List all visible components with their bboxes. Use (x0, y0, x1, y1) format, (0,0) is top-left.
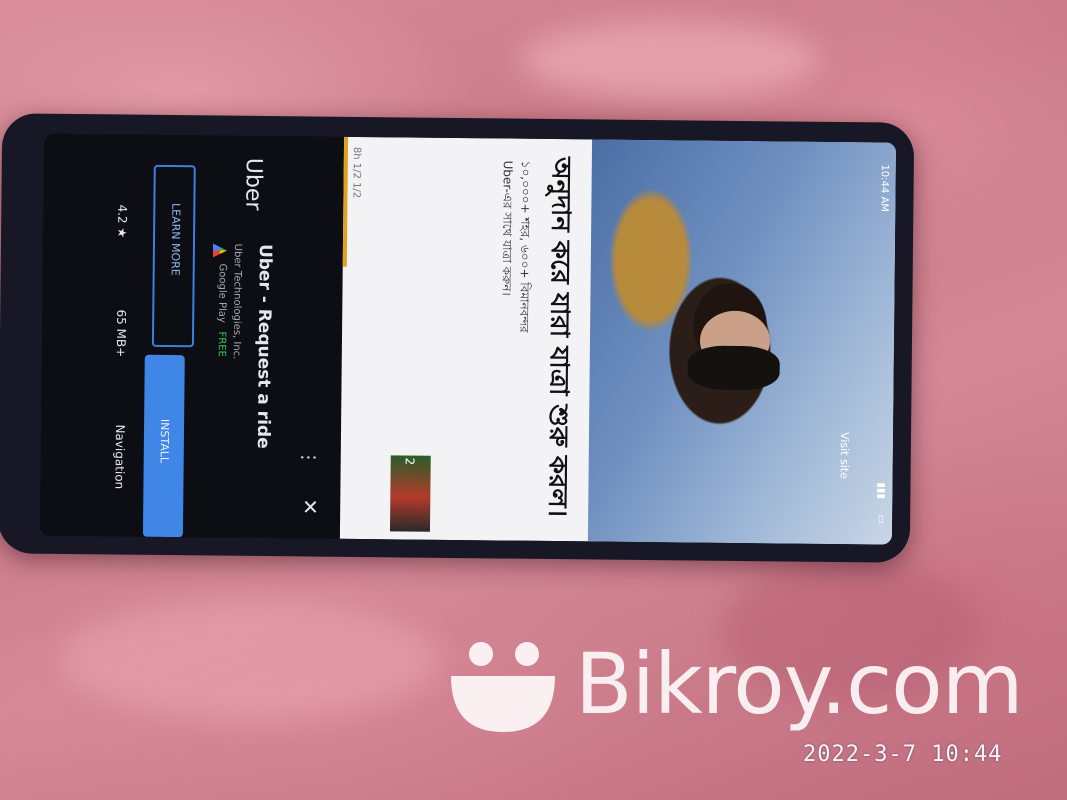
article-headline: অনুদান করে যারা যাত্রা শুরু করল। (542, 156, 576, 518)
smartphone: ■ ● ◀ 4.2 ★ 65 MB+ Navigation LEARN MORE… (0, 113, 915, 563)
date-stamp: 2022-3-7 10:44 (803, 742, 1003, 767)
phone-screen: ■ ● ◀ 4.2 ★ 65 MB+ Navigation LEARN MORE… (39, 133, 897, 545)
app-install-ad: 4.2 ★ 65 MB+ Navigation LEARN MORE INSTA… (39, 133, 345, 539)
install-label: INSTALL (157, 418, 172, 464)
face-mask (687, 345, 780, 391)
install-button[interactable]: INSTALL (142, 354, 185, 538)
signal-icon: ▮▮▮ (875, 482, 887, 500)
ad-price: FREE (215, 331, 228, 357)
fabric-fold (60, 600, 440, 720)
watermark-text: Bikroy.com (575, 635, 1024, 733)
ad-rating: 4.2 ★ (115, 204, 130, 239)
ad-category: Navigation (112, 424, 128, 490)
article-view: 8h 1/2 1/2 2 Uber-এর সাথে যাত্রা করুন। ১… (339, 136, 897, 545)
status-bar: 10:44 AM ▮▮▮ ▭ (860, 142, 896, 544)
status-time: 10:44 AM (878, 164, 890, 212)
loading-indicator (342, 136, 349, 267)
close-icon[interactable]: ✕ (298, 498, 322, 515)
fabric-fold (520, 20, 820, 100)
bikroy-logo-icon (451, 642, 555, 732)
ad-store: Google Play (216, 263, 228, 323)
article-meta: 8h 1/2 1/2 (350, 146, 362, 199)
battery-icon: ▭ (875, 514, 887, 524)
ad-app-name: Uber (240, 157, 266, 211)
article-subtext-1: ১০,০০০+ শহর, ৬০০+ বিমানবন্দর (517, 160, 533, 333)
thumbnail-image[interactable]: 2 (389, 455, 431, 532)
ad-developer: Uber Technologies, Inc. (230, 243, 243, 360)
ad-title: Uber - Request a ride (252, 243, 275, 449)
article-photo: Visit site (587, 139, 897, 545)
learn-more-label: LEARN MORE (168, 202, 183, 276)
google-play-icon (213, 243, 227, 257)
bikroy-watermark: Bikroy.com (447, 632, 1024, 742)
ad-size: 65 MB+ (113, 309, 129, 358)
more-options-icon[interactable]: ⋮ (298, 448, 319, 466)
learn-more-button[interactable]: LEARN MORE (151, 164, 196, 348)
thumbnail-number: 2 (402, 457, 417, 466)
visit-site-overlay[interactable]: Visit site (838, 432, 851, 479)
